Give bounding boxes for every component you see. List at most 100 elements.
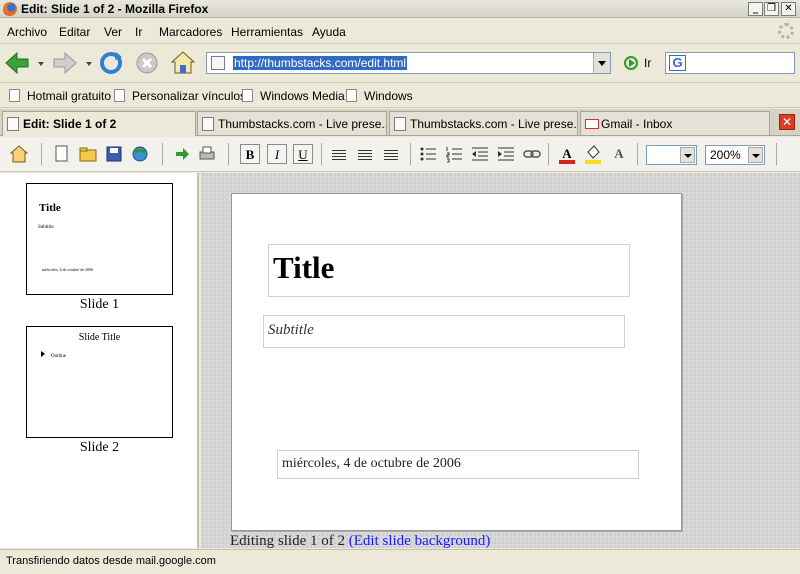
menu-ir[interactable]: Ir [135, 25, 142, 39]
font-color-button[interactable]: A [557, 144, 577, 164]
folder-icon [79, 147, 97, 162]
window-title: Edit: Slide 1 of 2 - Mozilla Firefox [21, 2, 209, 16]
thumb-bullet: Outline [51, 354, 66, 359]
close-window-button[interactable]: ✕ [781, 2, 796, 16]
bookmark-label: Hotmail gratuito [27, 89, 112, 103]
numbered-list-button[interactable] [444, 144, 464, 164]
tab-edit-slide[interactable]: Edit: Slide 1 of 2 [2, 111, 196, 136]
align-center-icon[interactable] [358, 150, 372, 161]
preview-button[interactable] [130, 144, 150, 164]
font-style-button[interactable]: A [609, 144, 629, 164]
slide-caption-1: Slide 1 [79, 297, 120, 312]
menu-marcadores[interactable]: Marcadores [159, 25, 222, 39]
indent-icon [498, 147, 514, 161]
slide-thumbnail-1[interactable]: Title Subtitle miércoles, 4 de octubre d… [26, 183, 173, 295]
open-button[interactable] [78, 144, 98, 164]
slide-subtitle: Subtitle [268, 322, 314, 338]
menu-ver[interactable]: Ver [104, 25, 122, 39]
edit-background-link[interactable]: (Edit slide background) [349, 533, 491, 548]
tab-label: Edit: Slide 1 of 2 [23, 117, 117, 131]
tab-bar: Edit: Slide 1 of 2 Thumbstacks.com - Liv… [0, 109, 800, 136]
bookmark-page-icon [114, 89, 125, 102]
new-slide-button[interactable] [52, 144, 72, 164]
stop-icon [136, 52, 158, 74]
tab-thumbstacks-1[interactable]: Thumbstacks.com - Live prese... [197, 111, 387, 135]
play-button[interactable] [172, 144, 192, 164]
font-size-select[interactable] [646, 145, 697, 165]
bold-button[interactable]: B [240, 144, 260, 164]
slide-title-box[interactable]: Title [268, 244, 630, 297]
reload-button[interactable] [98, 50, 124, 76]
back-dropdown-icon[interactable] [38, 62, 44, 66]
numbered-list-icon [446, 147, 462, 163]
editing-status: Editing slide 1 of 2 (Edit slide backgro… [230, 533, 490, 548]
bullet-list-button[interactable] [418, 144, 438, 164]
zoom-select[interactable]: 200% [705, 145, 765, 165]
bookmark-hotmail[interactable]: Hotmail gratuito [9, 89, 111, 103]
home-icon[interactable] [9, 144, 29, 164]
gmail-icon [585, 119, 599, 129]
menu-archivo[interactable]: Archivo [7, 25, 47, 39]
bullet-icon [41, 351, 45, 357]
globe-icon [132, 146, 148, 162]
outdent-button[interactable] [470, 144, 490, 164]
slide-date: miércoles, 4 de octubre de 2006 [282, 456, 461, 471]
menu-ayuda[interactable]: Ayuda [312, 25, 346, 39]
forward-dropdown-icon[interactable] [86, 62, 92, 66]
paint-bucket-icon [585, 145, 601, 164]
menu-editar[interactable]: Editar [59, 25, 90, 39]
align-right-icon[interactable] [384, 150, 398, 161]
underline-button[interactable]: U [293, 144, 313, 164]
chevron-down-icon[interactable] [680, 147, 695, 163]
stop-button[interactable] [134, 50, 160, 76]
close-tab-button[interactable]: ✕ [779, 114, 795, 130]
indent-button[interactable] [496, 144, 516, 164]
tab-label: Thumbstacks.com - Live prese... [410, 117, 578, 131]
slide-thumbnail-2[interactable]: Slide Title Outline [26, 326, 173, 438]
italic-button[interactable]: I [267, 144, 287, 164]
link-icon [523, 150, 541, 158]
firefox-icon [3, 2, 17, 16]
title-bar: Edit: Slide 1 of 2 - Mozilla Firefox _ ❐… [0, 0, 800, 18]
tab-thumbstacks-2[interactable]: Thumbstacks.com - Live prese... [389, 111, 578, 135]
slide-date-box[interactable]: miércoles, 4 de octubre de 2006 [277, 450, 639, 479]
highlight-color-button[interactable] [583, 144, 603, 164]
thumb-subtitle: Subtitle [38, 225, 54, 230]
slide-subtitle-box[interactable]: Subtitle [263, 315, 625, 348]
google-search-icon[interactable]: G [669, 55, 686, 71]
chevron-down-icon[interactable] [748, 147, 763, 163]
bullet-list-icon [420, 147, 436, 161]
tab-label: Thumbstacks.com - Live prese... [218, 117, 387, 131]
toolbar-separator [228, 143, 229, 165]
toolbar-separator [410, 143, 411, 165]
forward-button[interactable] [52, 50, 78, 76]
tab-page-icon [7, 117, 19, 131]
tab-gmail[interactable]: Gmail - Inbox [580, 111, 770, 135]
align-left-icon[interactable] [332, 150, 346, 161]
bookmark-page-icon [242, 89, 253, 102]
bookmark-label: Windows Media [260, 89, 345, 103]
slide-canvas[interactable]: Title Subtitle miércoles, 4 de octubre d… [231, 193, 682, 531]
bookmark-personalizar[interactable]: Personalizar vínculos [114, 89, 246, 103]
minimize-button[interactable]: _ [748, 2, 763, 16]
maximize-button[interactable]: ❐ [764, 2, 779, 16]
menu-bar: Archivo Editar Ver Ir Marcadores Herrami… [0, 19, 800, 44]
url-dropdown-icon[interactable] [593, 53, 610, 73]
toolbar-separator [548, 143, 549, 165]
status-text: Transfiriendo datos desde mail.google.co… [6, 555, 216, 567]
throbber-icon [778, 23, 794, 39]
zoom-value: 200% [710, 148, 741, 162]
search-input[interactable]: G [665, 52, 795, 74]
url-bar[interactable]: http://thumbstacks.com/edit.html [206, 52, 611, 74]
home-button[interactable] [170, 50, 196, 76]
bookmark-windows-media[interactable]: Windows Media [242, 89, 345, 103]
print-button[interactable] [197, 144, 217, 164]
url-input[interactable]: http://thumbstacks.com/edit.html [233, 56, 408, 70]
menu-herramientas[interactable]: Herramientas [231, 25, 303, 39]
save-button[interactable] [104, 144, 124, 164]
page-icon [211, 56, 225, 70]
reload-icon [100, 52, 122, 74]
link-button[interactable] [522, 144, 542, 164]
back-button[interactable] [4, 50, 30, 76]
bookmark-windows[interactable]: Windows [346, 89, 413, 103]
